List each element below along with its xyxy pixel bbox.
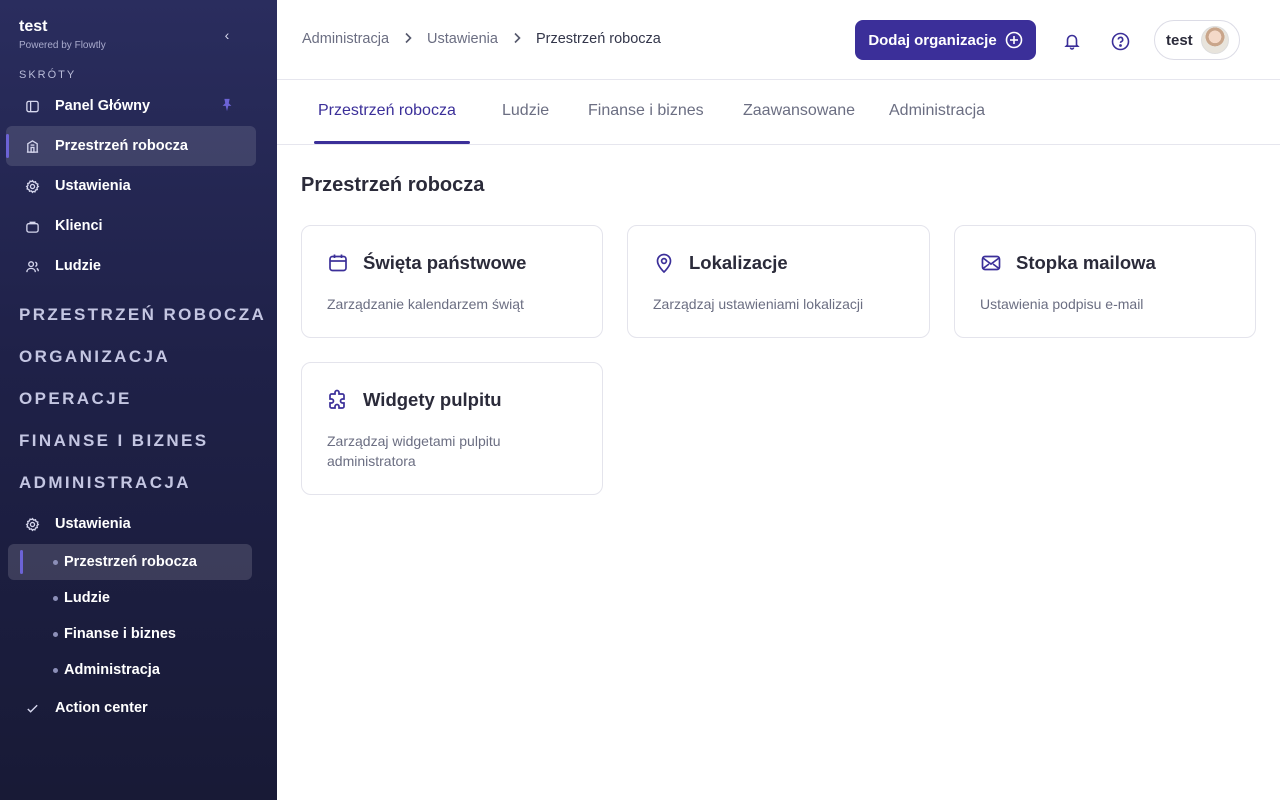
active-tab-indicator xyxy=(314,141,470,144)
sidebar-subitem-label: Ludzie xyxy=(64,590,110,606)
add-organization-button[interactable]: Dodaj organizacje xyxy=(855,20,1036,60)
bullet-icon xyxy=(53,631,58,637)
sidebar-subitem-label: Finanse i biznes xyxy=(64,626,176,642)
sidebar-subitem-ludzie[interactable]: Ludzie xyxy=(8,580,252,616)
breadcrumb-administracja[interactable]: Administracja xyxy=(302,31,389,47)
collapse-sidebar-button[interactable]: ‹ xyxy=(216,26,238,44)
top-header: Administracja Ustawienia Przestrzeń robo… xyxy=(277,0,1280,80)
sidebar: test Powered by Flowtly ‹ SKRÓTY Panel G… xyxy=(0,0,277,800)
sidebar-item-action-center[interactable]: Action center xyxy=(6,688,256,728)
help-circle-icon xyxy=(1111,32,1129,50)
sidebar-item-ludzie[interactable]: Ludzie xyxy=(6,246,256,286)
tab-administracja[interactable]: Administracja xyxy=(889,102,985,120)
group-administracja[interactable]: ADMINISTRACJA xyxy=(19,473,191,493)
card-stopka-mailowa[interactable]: Stopka mailowa Ustawienia podpisu e-mail xyxy=(954,225,1256,338)
user-name: test xyxy=(1166,31,1193,49)
card-title: Widgety pulpitu xyxy=(363,389,502,410)
mail-icon xyxy=(980,252,1002,274)
breadcrumb: Administracja Ustawienia Przestrzeń robo… xyxy=(302,31,661,47)
sidebar-item-label: Ustawienia xyxy=(55,516,131,532)
pin-icon[interactable] xyxy=(220,98,234,112)
card-title: Stopka mailowa xyxy=(1016,252,1156,273)
sidebar-item-przestrzen-robocza[interactable]: Przestrzeń robocza xyxy=(6,126,256,166)
sidebar-panel-icon xyxy=(24,98,40,114)
sidebar-subitem-przestrzen-robocza[interactable]: Przestrzeń robocza xyxy=(8,544,252,580)
calendar-icon xyxy=(327,252,349,274)
puzzle-icon xyxy=(327,389,349,411)
bell-icon xyxy=(1064,34,1080,50)
bullet-icon xyxy=(53,559,58,565)
brand-name: test xyxy=(19,18,48,35)
group-operacje[interactable]: OPERACJE xyxy=(19,389,132,409)
sidebar-subitem-label: Administracja xyxy=(64,662,160,678)
bullet-icon xyxy=(53,667,58,673)
card-description: Zarządzaj widgetami pulpitu administrato… xyxy=(327,433,501,469)
gear-icon xyxy=(24,516,40,532)
page-title: Przestrzeń robocza xyxy=(301,174,485,196)
group-przestrzen-robocza[interactable]: PRZESTRZEŃ ROBOCZA xyxy=(19,305,266,325)
card-description: Zarządzaj ustawieniami lokalizacji xyxy=(653,296,864,312)
sidebar-subitem-finanse-i-biznes[interactable]: Finanse i biznes xyxy=(8,616,252,652)
card-description: Ustawienia podpisu e-mail xyxy=(980,296,1144,312)
add-organization-label: Dodaj organizacje xyxy=(868,31,997,49)
sidebar-item-label: Przestrzeń robocza xyxy=(55,138,188,154)
sidebar-item-ustawienia-admin[interactable]: Ustawienia xyxy=(6,504,256,544)
bullet-icon xyxy=(53,595,58,601)
chevron-left-icon: ‹ xyxy=(224,27,230,43)
card-lokalizacje[interactable]: Lokalizacje Zarządzaj ustawieniami lokal… xyxy=(627,225,930,338)
brand: test Powered by Flowtly xyxy=(19,18,106,51)
tab-zaawansowane[interactable]: Zaawansowane xyxy=(743,102,855,120)
settings-tabs: Przestrzeń robocza Ludzie Finanse i bizn… xyxy=(277,80,1280,145)
breadcrumb-current: Przestrzeń robocza xyxy=(535,31,661,47)
group-organizacja[interactable]: ORGANIZACJA xyxy=(19,347,170,367)
notifications-button[interactable] xyxy=(1061,30,1083,52)
sidebar-item-klienci[interactable]: Klienci xyxy=(6,206,256,246)
sidebar-item-label: Action center xyxy=(55,700,148,716)
tab-finanse-i-biznes[interactable]: Finanse i biznes xyxy=(588,102,704,120)
check-icon xyxy=(24,700,40,716)
sidebar-item-label: Klienci xyxy=(55,218,103,234)
card-description: Zarządzanie kalendarzem świąt xyxy=(327,296,524,312)
card-title: Lokalizacje xyxy=(689,252,788,273)
sidebar-item-label: Panel Główny xyxy=(55,98,151,114)
shortcuts-label: SKRÓTY xyxy=(19,69,77,81)
users-icon xyxy=(24,258,40,274)
building-icon xyxy=(24,138,40,154)
sidebar-subitem-administracja[interactable]: Administracja xyxy=(8,652,252,688)
sidebar-item-ustawienia[interactable]: Ustawienia xyxy=(6,166,256,206)
chevron-right-icon xyxy=(403,32,413,47)
tab-przestrzen-robocza[interactable]: Przestrzeń robocza xyxy=(318,102,456,120)
user-menu[interactable]: test xyxy=(1154,20,1240,60)
map-pin-icon xyxy=(653,252,675,274)
group-finanse-i-biznes[interactable]: FINANSE I BIZNES xyxy=(19,431,209,451)
sidebar-subitem-label: Przestrzeń robocza xyxy=(64,554,197,570)
breadcrumb-ustawienia[interactable]: Ustawienia xyxy=(427,31,498,47)
card-widgety-pulpitu[interactable]: Widgety pulpitu Zarządzaj widgetami pulp… xyxy=(301,362,603,495)
sidebar-item-label: Ustawienia xyxy=(55,178,131,194)
chevron-right-icon xyxy=(512,32,522,47)
sidebar-item-label: Ludzie xyxy=(55,258,101,274)
avatar xyxy=(1201,26,1229,54)
briefcase-icon xyxy=(24,218,40,234)
powered-by: Powered by Flowtly xyxy=(19,40,106,51)
card-swieta-panstwowe[interactable]: Święta państwowe Zarządzanie kalendarzem… xyxy=(301,225,603,338)
tab-ludzie[interactable]: Ludzie xyxy=(502,102,549,120)
help-button[interactable] xyxy=(1109,30,1131,52)
plus-circle-icon xyxy=(1005,31,1022,49)
gear-icon xyxy=(24,178,40,194)
sidebar-item-panel-glowny[interactable]: Panel Główny xyxy=(6,86,256,126)
card-title: Święta państwowe xyxy=(363,252,527,273)
